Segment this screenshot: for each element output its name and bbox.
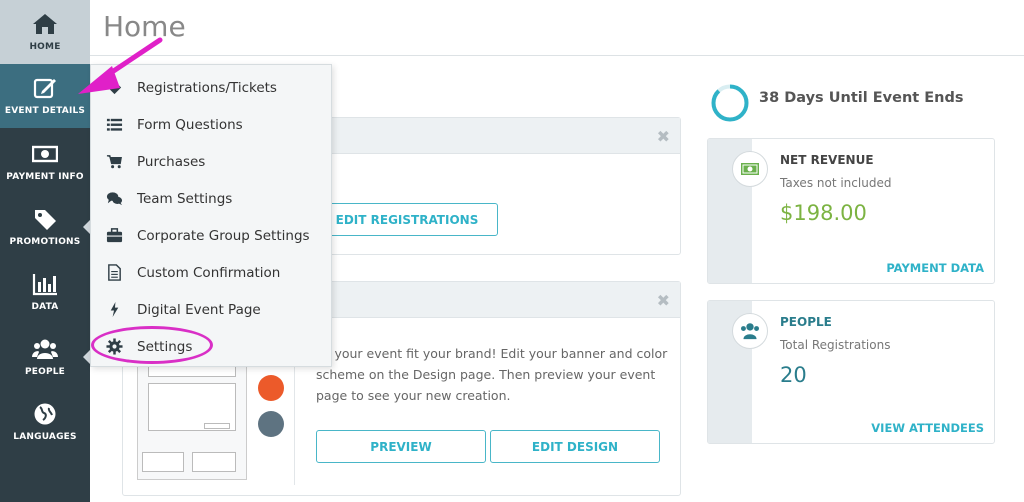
people-card: PEOPLE Total Registrations 20 VIEW ATTEN… xyxy=(707,300,995,444)
tag-icon xyxy=(35,210,56,230)
color-swatch-orange xyxy=(258,375,284,401)
edit-icon xyxy=(33,78,56,99)
menu-item-purchases[interactable]: Purchases xyxy=(91,143,331,180)
stat-title: NET REVENUE xyxy=(780,153,874,167)
menu-item-label: Form Questions xyxy=(137,116,243,133)
menu-item-form-questions[interactable]: Form Questions xyxy=(91,106,331,143)
progress-ring-icon xyxy=(711,84,749,122)
briefcase-icon xyxy=(106,228,122,243)
chat-icon xyxy=(106,192,122,206)
payment-data-link[interactable]: PAYMENT DATA xyxy=(886,261,984,275)
stat-subtitle: Taxes not included xyxy=(780,176,892,190)
menu-item-label: Purchases xyxy=(137,153,206,170)
promotions-caret xyxy=(83,220,90,234)
menu-item-team-settings[interactable]: Team Settings xyxy=(91,180,331,217)
sidebar-item-people[interactable]: PEOPLE xyxy=(0,325,90,389)
sidebar-item-languages[interactable]: LANGUAGES xyxy=(0,390,90,454)
sidebar-item-label: LANGUAGES xyxy=(13,432,77,442)
close-icon[interactable]: ✖ xyxy=(657,291,670,310)
countdown-ring xyxy=(710,83,750,123)
home-icon xyxy=(33,14,57,34)
close-icon[interactable]: ✖ xyxy=(657,127,670,146)
menu-item-label: Digital Event Page xyxy=(137,301,261,318)
design-description: ke your event fit your brand! Edit your … xyxy=(316,346,668,403)
illustration-button xyxy=(204,423,230,429)
menu-item-label: Corporate Group Settings xyxy=(137,227,310,244)
stat-subtitle: Total Registrations xyxy=(780,338,891,352)
sidebar-item-label: HOME xyxy=(29,42,61,52)
countdown-text: 38 Days Until Event Ends xyxy=(759,90,964,106)
document-icon xyxy=(107,264,121,281)
edit-design-button[interactable]: EDIT DESIGN xyxy=(490,430,660,463)
sidebar-item-payment-info[interactable]: PAYMENT INFO xyxy=(0,130,90,194)
menu-item-label: Team Settings xyxy=(137,190,233,207)
cart-icon xyxy=(106,155,122,169)
stat-title: PEOPLE xyxy=(780,315,832,329)
illustration-footer-left xyxy=(142,452,184,472)
sidebar-item-promotions[interactable]: PROMOTIONS xyxy=(0,195,90,259)
progress-ring-fill xyxy=(711,84,749,122)
lightning-icon xyxy=(110,301,118,318)
illustration-footer-right xyxy=(192,452,236,472)
bar-chart-icon xyxy=(32,274,57,296)
menu-item-corporate-group-settings[interactable]: Corporate Group Settings xyxy=(91,217,331,254)
preview-button[interactable]: PREVIEW xyxy=(316,430,486,463)
registrations-count: 20 xyxy=(780,363,807,387)
annotation-arrow-icon xyxy=(78,37,163,94)
money-icon xyxy=(32,145,58,163)
net-revenue-card: NET REVENUE Taxes not included $198.00 P… xyxy=(707,138,995,284)
people-icon xyxy=(732,313,768,349)
color-swatch-slate xyxy=(258,411,284,437)
sidebar-item-label: PROMOTIONS xyxy=(9,237,81,247)
people-caret xyxy=(83,350,90,364)
settings-highlight-ellipse xyxy=(91,326,213,364)
menu-item-digital-event-page[interactable]: Digital Event Page xyxy=(91,291,331,328)
view-attendees-link[interactable]: VIEW ATTENDEES xyxy=(871,421,984,435)
menu-item-label: Custom Confirmation xyxy=(137,264,281,281)
menu-item-custom-confirmation[interactable]: Custom Confirmation xyxy=(91,254,331,291)
revenue-value: $198.00 xyxy=(780,201,867,225)
list-icon xyxy=(106,118,122,131)
sidebar-item-label: PAYMENT INFO xyxy=(6,172,84,182)
money-icon xyxy=(732,151,768,187)
sidebar-item-data[interactable]: DATA xyxy=(0,260,90,324)
header-divider xyxy=(90,55,1024,56)
globe-icon xyxy=(34,403,56,425)
sidebar-item-label: PEOPLE xyxy=(24,367,66,377)
sidebar-item-label: DATA xyxy=(31,302,59,312)
people-icon xyxy=(32,339,58,359)
edit-registrations-button[interactable]: EDIT REGISTRATIONS xyxy=(316,203,498,236)
